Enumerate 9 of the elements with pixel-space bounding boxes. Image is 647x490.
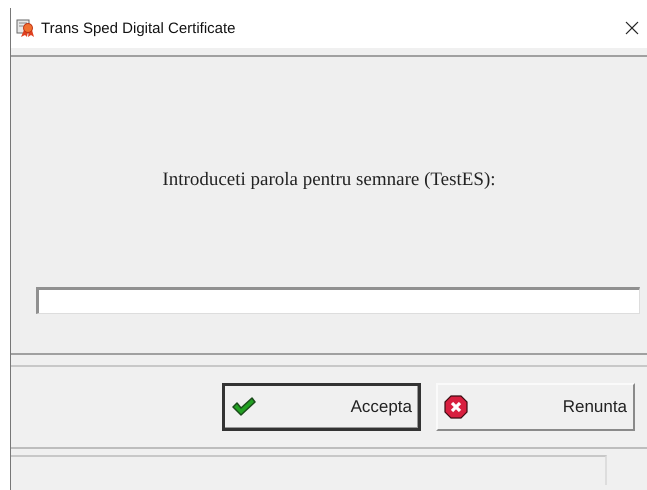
accept-button[interactable]: Accepta bbox=[222, 383, 421, 431]
cancel-button[interactable]: Renunta bbox=[436, 383, 635, 431]
window-title: Trans Sped Digital Certificate bbox=[41, 20, 237, 36]
cancel-icon bbox=[444, 395, 468, 419]
password-field[interactable] bbox=[36, 287, 640, 314]
password-prompt: Introduceti parola pentru semnare (TestES): bbox=[162, 169, 496, 191]
certificate-icon bbox=[16, 18, 36, 38]
close-icon[interactable] bbox=[625, 21, 639, 35]
checkmark-icon bbox=[231, 396, 257, 418]
